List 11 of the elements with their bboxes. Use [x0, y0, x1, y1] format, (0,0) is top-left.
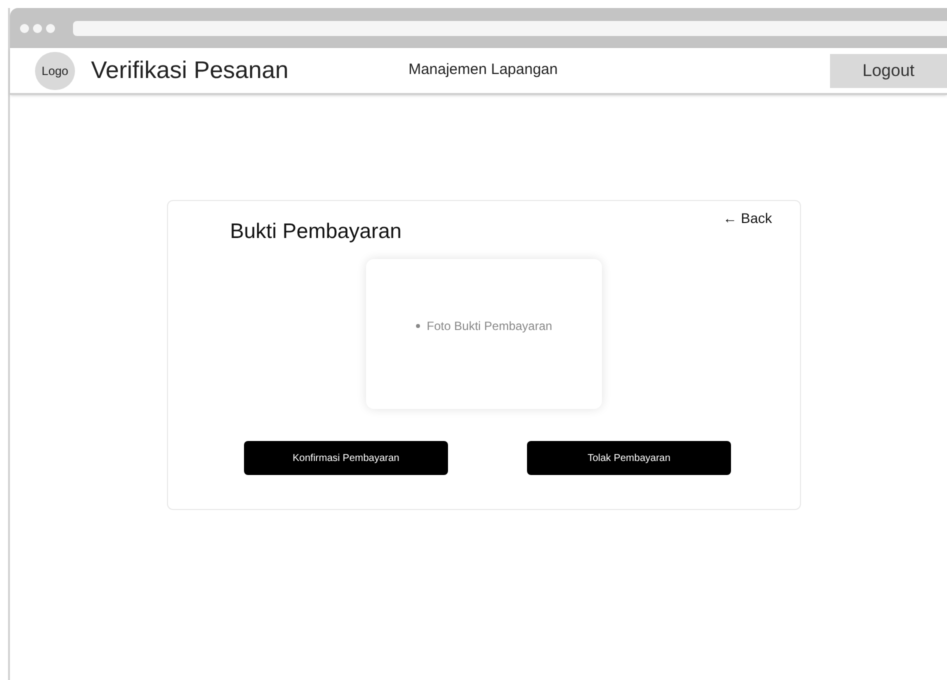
- nav-link[interactable]: Manajemen Lapangan: [408, 59, 558, 82]
- logout-button[interactable]: Logout: [830, 54, 947, 88]
- address-bar[interactable]: [73, 20, 947, 36]
- logo: Logo: [35, 52, 75, 90]
- placeholder-text: Foto Bukti Pembayaran: [426, 318, 552, 335]
- back-link[interactable]: ← Back: [722, 208, 772, 229]
- action-button[interactable]: Tolak Pembayaran: [527, 441, 731, 475]
- action-button[interactable]: Konfirmasi Pembayaran: [244, 441, 448, 475]
- bullet-icon: [416, 324, 420, 328]
- page-title: Verifikasi Pesanan: [91, 56, 288, 86]
- card-title: Bukti Pembayaran: [230, 219, 402, 245]
